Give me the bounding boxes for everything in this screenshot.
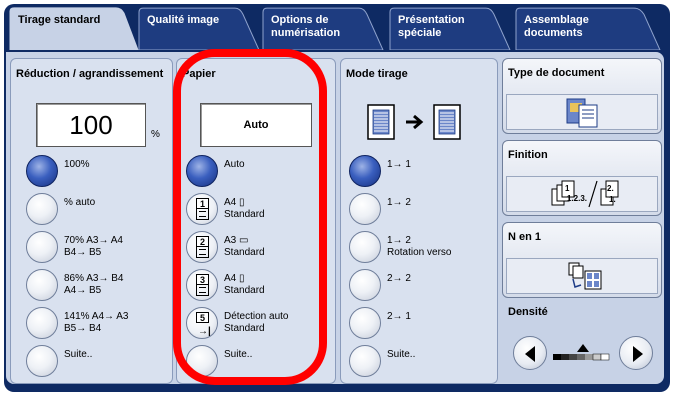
zoom-value-display[interactable]: 100 bbox=[36, 103, 146, 147]
paper-option-auto[interactable]: Auto bbox=[186, 155, 245, 187]
svg-text:1.2.3.: 1.2.3. bbox=[567, 194, 587, 203]
paper-panel: Papier Auto Auto 1 A4 ▯ Standard 2 A3 ▭ … bbox=[176, 58, 336, 384]
tray-2-icon: 2 bbox=[186, 231, 218, 263]
radio-selected-icon bbox=[186, 155, 218, 187]
mode-option-2-2[interactable]: 2→ 2 bbox=[349, 269, 411, 301]
paper-value: Auto bbox=[243, 119, 269, 131]
paper-option-tray-2[interactable]: 2 A3 ▭ Standard bbox=[186, 231, 265, 263]
option-label: Suite.. bbox=[64, 349, 93, 360]
document-type-button[interactable]: Type de document bbox=[502, 58, 662, 134]
finishing-label: Finition bbox=[508, 149, 548, 161]
option-label: 1→ 2 Rotation verso bbox=[387, 235, 452, 258]
density-decrease-button[interactable] bbox=[513, 336, 547, 370]
option-label: Suite.. bbox=[224, 349, 253, 360]
option-label: 1→ 2 bbox=[387, 197, 411, 208]
simplex-to-simplex-icon bbox=[356, 99, 484, 147]
zoom-option-86[interactable]: 86% A3→ B4 A4→ B5 bbox=[26, 269, 123, 301]
zoom-option-100[interactable]: 100% bbox=[26, 155, 90, 187]
tab-label: Présentation spéciale bbox=[398, 14, 465, 39]
radio-icon bbox=[26, 345, 58, 377]
zoom-value: 100 bbox=[69, 110, 113, 140]
radio-icon bbox=[349, 231, 381, 263]
option-label: 100% bbox=[64, 159, 90, 170]
mode-option-1-1[interactable]: 1→ 1 bbox=[349, 155, 411, 187]
option-label: Détection auto Standard bbox=[224, 311, 289, 334]
zoom-option-more[interactable]: Suite.. bbox=[26, 345, 92, 377]
document-type-label: Type de document bbox=[508, 67, 605, 79]
paper-value-display[interactable]: Auto bbox=[200, 103, 312, 147]
tab-tirage-standard[interactable]: Tirage standard bbox=[8, 6, 140, 50]
density-increase-button[interactable] bbox=[619, 336, 653, 370]
mode-option-2-1[interactable]: 2→ 1 bbox=[349, 307, 411, 339]
tab-label: Tirage standard bbox=[18, 14, 101, 26]
radio-icon bbox=[349, 193, 381, 225]
option-label: 70% A3→ A4 B4→ B5 bbox=[64, 235, 123, 258]
tray-5-bypass-icon: 5 →| bbox=[186, 307, 218, 339]
paper-title: Papier bbox=[182, 68, 216, 80]
finishing-button[interactable]: Finition 1 1.2.3. 2. 1. bbox=[502, 140, 662, 216]
arrow-right-icon bbox=[633, 346, 643, 362]
zoom-option-70[interactable]: 70% A3→ A4 B4→ B5 bbox=[26, 231, 123, 263]
copier-screen: Tirage standard Qualité image Options de… bbox=[0, 0, 676, 396]
radio-icon bbox=[26, 193, 58, 225]
zoom-option-141[interactable]: 141% A4→ A3 B5→ B4 bbox=[26, 307, 129, 339]
option-label: 1→ 1 bbox=[387, 159, 411, 170]
option-label: % auto bbox=[64, 197, 96, 208]
n-up-icon bbox=[506, 258, 658, 294]
radio-icon bbox=[349, 269, 381, 301]
density-scale bbox=[553, 344, 613, 362]
n-up-button[interactable]: N en 1 bbox=[502, 222, 662, 298]
option-label: A4 ▯ Standard bbox=[224, 197, 265, 220]
tab-qualite-image[interactable]: Qualité image bbox=[137, 6, 261, 50]
option-label: 141% A4→ A3 B5→ B4 bbox=[64, 311, 129, 334]
arrow-left-icon bbox=[525, 346, 535, 362]
reduction-panel: Réduction / agrandissement 100 % 100% % … bbox=[10, 58, 173, 384]
copy-mode-panel: Mode tirage 1→ 1 1→ 2 1→ 2 Rotation vers… bbox=[340, 58, 498, 384]
radio-icon bbox=[26, 269, 58, 301]
zoom-unit: % bbox=[151, 129, 160, 140]
finishing-icon: 1 1.2.3. 2. 1. bbox=[506, 176, 658, 212]
radio-icon bbox=[186, 345, 218, 377]
option-label: 2→ 2 bbox=[387, 273, 411, 284]
mode-option-1-2[interactable]: 1→ 2 bbox=[349, 193, 411, 225]
mode-option-more[interactable]: Suite.. bbox=[349, 345, 415, 377]
reduction-title: Réduction / agrandissement bbox=[16, 68, 164, 80]
density-control bbox=[503, 320, 661, 384]
svg-text:1.: 1. bbox=[609, 195, 616, 204]
tab-assemblage-documents[interactable]: Assemblage documents bbox=[514, 6, 662, 50]
tab-label: Qualité image bbox=[147, 14, 220, 26]
svg-text:1: 1 bbox=[565, 184, 570, 193]
tab-shape bbox=[138, 7, 260, 50]
copy-mode-title: Mode tirage bbox=[346, 68, 408, 80]
radio-icon bbox=[349, 307, 381, 339]
tab-label: Options de numérisation bbox=[271, 14, 341, 39]
paper-option-tray-3[interactable]: 3 A4 ▯ Standard bbox=[186, 269, 265, 301]
radio-icon bbox=[349, 345, 381, 377]
option-label: 2→ 1 bbox=[387, 311, 411, 322]
density-label: Densité bbox=[508, 306, 548, 318]
zoom-option-auto[interactable]: % auto bbox=[26, 193, 95, 225]
radio-icon bbox=[26, 231, 58, 263]
option-label: 86% A3→ B4 A4→ B5 bbox=[64, 273, 124, 296]
svg-text:2.: 2. bbox=[607, 184, 614, 193]
tray-3-icon: 3 bbox=[186, 269, 218, 301]
option-label: A4 ▯ Standard bbox=[224, 273, 265, 296]
paper-option-more[interactable]: Suite.. bbox=[186, 345, 252, 377]
paper-option-tray-1[interactable]: 1 A4 ▯ Standard bbox=[186, 193, 265, 225]
mode-option-1-2-rotation[interactable]: 1→ 2 Rotation verso bbox=[349, 231, 451, 263]
radio-selected-icon bbox=[349, 155, 381, 187]
option-label: A3 ▭ Standard bbox=[224, 235, 265, 258]
tab-options-numerisation[interactable]: Options de numérisation bbox=[261, 6, 385, 50]
tray-1-icon: 1 bbox=[186, 193, 218, 225]
tab-presentation-speciale[interactable]: Présentation spéciale bbox=[388, 6, 512, 50]
option-label: Suite.. bbox=[387, 349, 416, 360]
tab-label: Assemblage documents bbox=[524, 14, 589, 39]
document-type-icon bbox=[506, 94, 658, 130]
paper-option-tray-5[interactable]: 5 →| Détection auto Standard bbox=[186, 307, 289, 339]
option-label: Auto bbox=[224, 159, 245, 170]
radio-selected-icon bbox=[26, 155, 58, 187]
n-up-label: N en 1 bbox=[508, 231, 542, 243]
radio-icon bbox=[26, 307, 58, 339]
tab-shape bbox=[9, 7, 139, 50]
